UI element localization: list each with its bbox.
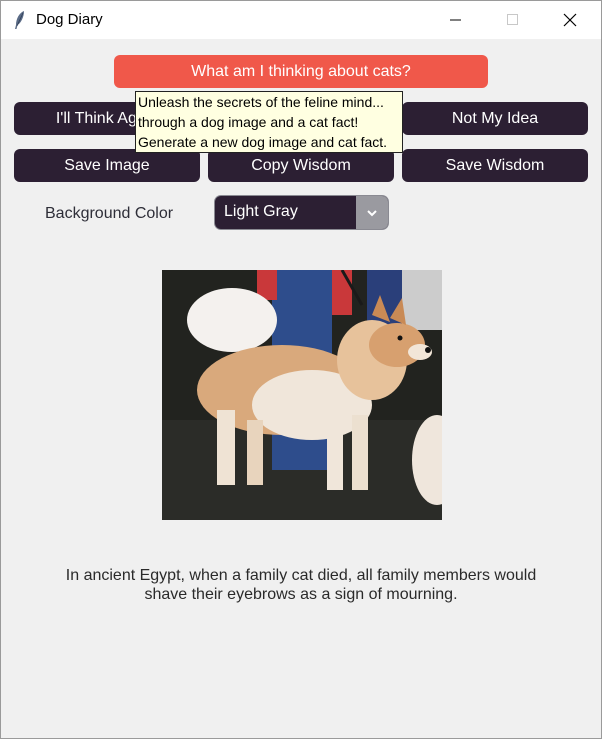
dropdown-selected-value: Light Gray [224,203,298,220]
cat-fact-text: In ancient Egypt, when a family cat died… [41,566,561,604]
tooltip: Unleash the secrets of the feline mind..… [135,91,403,153]
close-icon [563,13,577,27]
dog-image [162,270,442,520]
maximize-button[interactable] [490,1,536,39]
not-my-idea-button[interactable]: Not My Idea [402,102,588,135]
tooltip-line-3: Generate a new dog image and cat fact. [138,134,388,150]
background-color-dropdown[interactable]: Light Gray [215,196,388,229]
cat-fact-line-1: In ancient Egypt, when a family cat died… [65,567,537,584]
cat-fact-line-2: shave their eyebrows as a sign of mourni… [144,586,458,603]
minimize-icon [450,19,461,21]
close-button[interactable] [547,1,593,39]
window-title: Dog Diary [36,11,103,28]
tooltip-line-2: through a dog image and a cat fact! [138,114,359,130]
feather-icon [15,11,24,29]
minimize-button[interactable] [433,1,479,39]
background-color-label: Background Color [45,205,174,222]
app-window: Dog Diary What am I thinking about cats?… [0,0,602,739]
dropdown-arrow-button[interactable] [356,196,388,229]
save-wisdom-button[interactable]: Save Wisdom [402,149,588,182]
chevron-down-icon [367,209,377,216]
save-image-button[interactable]: Save Image [14,149,200,182]
title-bar[interactable]: Dog Diary [1,1,601,39]
copy-wisdom-button[interactable]: Copy Wisdom [208,149,394,182]
tooltip-line-1: Unleash the secrets of the feline mind..… [138,94,384,110]
thinking-about-cats-button[interactable]: What am I thinking about cats? [114,55,488,88]
maximize-icon [507,14,518,25]
